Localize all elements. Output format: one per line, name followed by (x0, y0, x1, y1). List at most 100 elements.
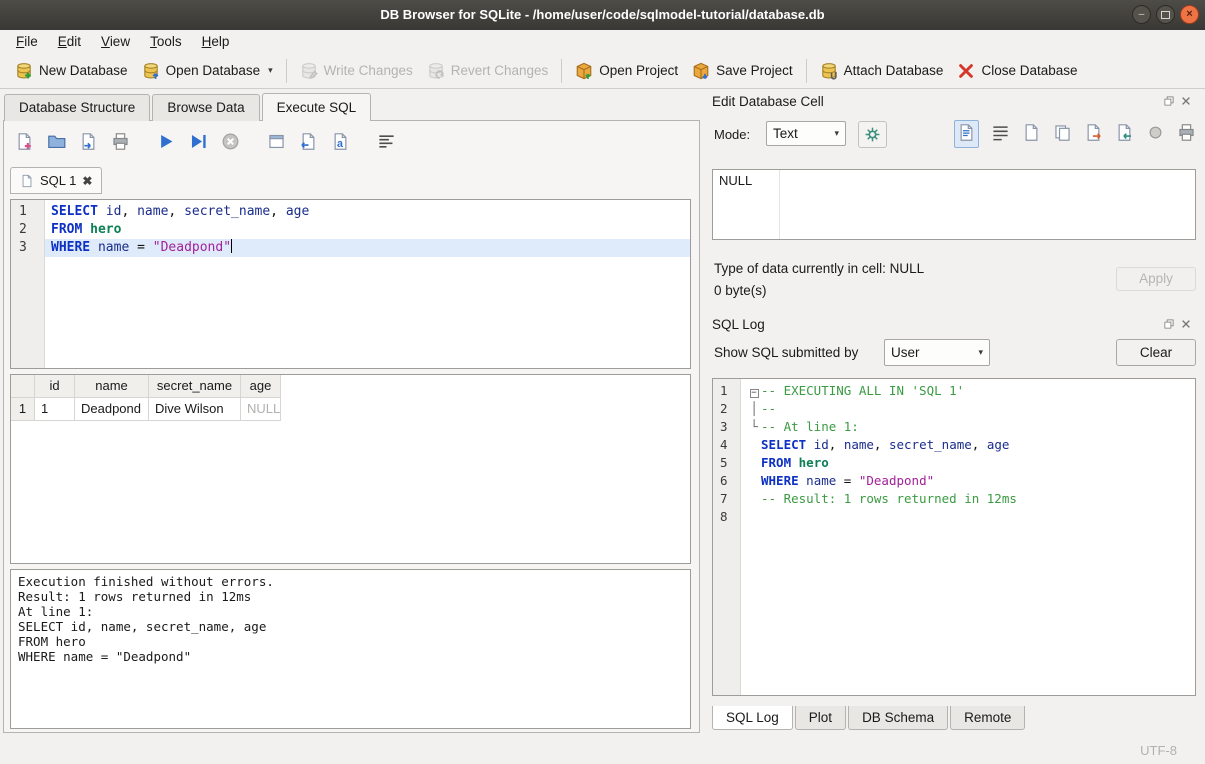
sql-tab[interactable]: SQL 1 ✖ (10, 167, 102, 194)
attach-database-icon (820, 62, 838, 80)
new-database-icon (15, 62, 33, 80)
log-filter-label: Show SQL submitted by (714, 345, 858, 360)
output-line: FROM hero (18, 634, 683, 649)
sql-doc-icon (20, 174, 34, 188)
editor-line[interactable]: WHERE name = "Deadpond" (45, 239, 690, 257)
collapse-icon[interactable]: − (750, 389, 759, 398)
sql-token: name (806, 473, 836, 488)
attach-database-button[interactable]: Attach Database (813, 58, 951, 84)
document-icon[interactable] (1022, 123, 1041, 145)
edit-cell-close-icon[interactable] (1180, 95, 1192, 107)
close-database-label: Close Database (981, 63, 1077, 78)
maximize-button[interactable] (1156, 5, 1175, 24)
menu-bar: FileEditViewToolsHelp (0, 30, 1205, 53)
sql-token: -- (761, 401, 776, 416)
db-browser-window: DB Browser for SQLite - /home/user/code/… (0, 0, 1205, 764)
clear-log-button[interactable]: Clear (1116, 339, 1196, 366)
table-cell[interactable]: Deadpond (75, 398, 149, 421)
dock-tab-db-schema[interactable]: DB Schema (848, 706, 948, 730)
mode-config-button[interactable] (858, 121, 887, 148)
sql-token: , (972, 437, 987, 452)
execute-all-icon[interactable] (157, 132, 176, 151)
log-filter-select[interactable]: User ▾ (884, 339, 990, 366)
table-cell[interactable]: NULL (241, 398, 281, 421)
export-csv-icon[interactable] (299, 132, 318, 151)
open-sql-newtab-icon[interactable] (79, 132, 98, 151)
editor-line-number: 2 (19, 221, 44, 239)
log-line: −-- EXECUTING ALL IN 'SQL 1' (741, 382, 1195, 400)
tree-marker[interactable]: − (747, 382, 761, 400)
edit-cell-float-icon[interactable] (1163, 95, 1175, 107)
editor-line[interactable]: FROM hero (45, 221, 690, 239)
dock-tab-bar: SQL LogPlotDB SchemaRemote (712, 706, 1025, 730)
tab-execute-sql[interactable]: Execute SQL (262, 93, 372, 121)
sql-log-close-icon[interactable] (1180, 318, 1192, 330)
titlebar: DB Browser for SQLite - /home/user/code/… (0, 0, 1205, 30)
dock-tab-sql-log[interactable]: SQL Log (712, 706, 793, 730)
log-line: -- Result: 1 rows returned in 12ms (741, 490, 1195, 508)
print-sql-icon[interactable] (111, 132, 130, 151)
sql-token: SELECT (51, 204, 98, 219)
save-project-icon (692, 62, 710, 80)
sql-token: age (987, 437, 1010, 452)
menu-item-view[interactable]: View (91, 32, 140, 51)
sql-tab-close-icon[interactable]: ✖ (82, 175, 92, 187)
cell-editor-area[interactable] (780, 170, 1195, 239)
text-view-icon[interactable] (954, 120, 979, 148)
mode-select[interactable]: Text ▾ (766, 121, 846, 146)
open-database-dropdown-icon[interactable]: ▾ (268, 65, 273, 76)
format-sql-icon[interactable] (377, 132, 396, 151)
cell-editor[interactable]: NULL (712, 169, 1196, 240)
open-database-button[interactable]: Open Database ▾ (135, 58, 280, 84)
sql-token: name (137, 204, 168, 219)
column-header-secret-name: secret_name (149, 375, 241, 398)
sql-log-float-icon[interactable] (1163, 318, 1175, 330)
new-tab-icon[interactable] (15, 132, 34, 151)
new-window-icon[interactable] (267, 132, 286, 151)
print-icon[interactable] (1177, 123, 1196, 145)
export-icon[interactable] (1084, 123, 1103, 145)
word-wrap-icon[interactable] (991, 123, 1010, 145)
log-line-number: 1 (720, 382, 740, 400)
tab-database-structure[interactable]: Database Structure (4, 94, 150, 121)
menu-item-edit[interactable]: Edit (48, 32, 91, 51)
save-project-button[interactable]: Save Project (685, 58, 800, 84)
menu-item-file[interactable]: File (6, 32, 48, 51)
sql-token (90, 240, 98, 255)
log-line-number: 5 (720, 454, 740, 472)
table-cell[interactable]: 1 (35, 398, 75, 421)
execute-line-icon[interactable] (189, 132, 208, 151)
editor-code-area[interactable]: SELECT id, name, secret_name, ageFROM he… (45, 200, 690, 368)
editor-line[interactable]: SELECT id, name, secret_name, age (45, 203, 690, 221)
column-header-name: name (75, 375, 149, 398)
revert-changes-button: Revert Changes (420, 58, 556, 84)
open-sql-file-icon[interactable] (47, 132, 66, 151)
output-line: Execution finished without errors. (18, 574, 683, 589)
exec-toolbar-group (15, 132, 130, 151)
text-view-icon (957, 123, 976, 142)
open-database-label: Open Database (166, 63, 261, 78)
dock-tab-plot[interactable]: Plot (795, 706, 846, 730)
menu-item-tools[interactable]: Tools (140, 32, 192, 51)
autocomplete-icon[interactable]: a (331, 132, 350, 151)
minimize-button[interactable]: – (1132, 5, 1151, 24)
close-window-button[interactable]: × (1180, 5, 1199, 24)
sql-editor[interactable]: 123 SELECT id, name, secret_name, ageFRO… (10, 199, 691, 369)
open-project-button[interactable]: Open Project (568, 58, 685, 84)
cell-size-info: 0 byte(s) (714, 283, 767, 298)
import-icon[interactable] (1115, 123, 1134, 145)
cell-type-info: Type of data currently in cell: NULL (714, 261, 924, 276)
dock-tab-remote[interactable]: Remote (950, 706, 1025, 730)
sql-log-title: SQL Log (712, 317, 765, 332)
new-database-button[interactable]: New Database (8, 58, 135, 84)
close-database-button[interactable]: Close Database (950, 58, 1084, 84)
menu-item-help[interactable]: Help (192, 32, 240, 51)
table-cell[interactable]: Dive Wilson (149, 398, 241, 421)
import-icon (1115, 123, 1134, 142)
sql-token: SELECT (761, 437, 806, 452)
log-line: └-- At line 1: (741, 418, 1195, 436)
apply-button: Apply (1116, 267, 1196, 291)
copy-icon[interactable] (1053, 123, 1072, 145)
set-null-icon[interactable] (1146, 123, 1165, 145)
tab-browse-data[interactable]: Browse Data (152, 94, 259, 121)
